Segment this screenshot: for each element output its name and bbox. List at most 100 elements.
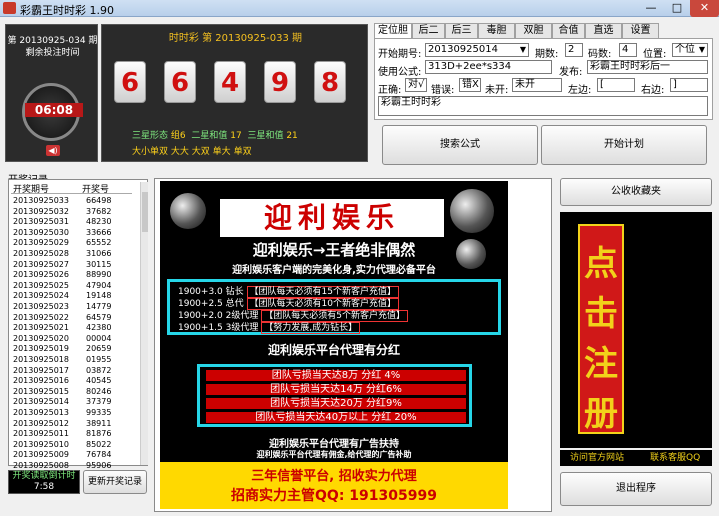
ad-qq-line: 招商实力主管QQ: 191305999 [231, 488, 437, 504]
history-row[interactable]: 20130925021 42380 [13, 323, 131, 334]
history-row[interactable]: 20130925020 00004 [13, 334, 131, 345]
tab-hezhi[interactable]: 合值 [552, 23, 585, 38]
history-row[interactable]: 20130925032 37682 [13, 207, 131, 218]
history-row[interactable]: 20130925013 99335 [13, 408, 131, 419]
history-number: 30115 [86, 259, 112, 269]
ad-title: 迎利娱乐 [220, 199, 444, 237]
banner-char: 册 [584, 394, 618, 434]
memo-textarea[interactable]: 彩霸王时时彩 [378, 96, 708, 116]
tab-zhixuan[interactable]: 直选 [585, 23, 622, 38]
register-banner[interactable]: 点 击 注 册 [578, 224, 624, 434]
close-button[interactable]: ✕ [690, 0, 719, 17]
window-title: 彩霸王时时彩 1.90 [20, 4, 114, 17]
history-period: 20130925008 [13, 461, 69, 470]
stat-value: 大大 [170, 147, 189, 157]
formula-field[interactable]: 313D+2ee*s334 [425, 60, 552, 74]
history-row[interactable]: 20130925018 01955 [13, 355, 131, 366]
title-bar: 彩霸王时时彩 1.90 — □ ✕ [0, 0, 719, 17]
favorites-button[interactable]: 公收收藏夹 [560, 178, 712, 206]
tab-dudan[interactable]: 毒胆 [478, 23, 515, 38]
tab-dingweidan[interactable]: 定位胆 [374, 23, 412, 39]
start-period-label: 开始期号: [378, 49, 422, 60]
publish-label: 发布: [559, 67, 583, 78]
draw-digit: 6 [114, 61, 146, 103]
history-row[interactable]: 20130925022 64579 [13, 313, 131, 324]
contact-qq-link[interactable]: 联系客服QQ [650, 450, 700, 466]
history-row[interactable]: 20130925024 19148 [13, 291, 131, 302]
history-number: 66498 [86, 196, 112, 205]
stats-row: 大小单双 大大 大双 单大 单双 [132, 144, 252, 157]
tab-settings[interactable]: 设置 [622, 23, 659, 38]
history-number: 81876 [86, 429, 112, 439]
history-number: 19148 [86, 291, 112, 301]
history-number: 85022 [86, 439, 112, 449]
history-row[interactable]: 20130925017 03872 [13, 366, 131, 377]
tab-bar: 定位胆 后二 后三 毒胆 双胆 合值 直选 设置 [374, 23, 713, 39]
minimize-button[interactable]: — [638, 0, 664, 17]
history-row[interactable]: 20130925030 33666 [13, 228, 131, 239]
history-row[interactable]: 20130925025 47904 [13, 281, 131, 292]
history-row[interactable]: 20130925026 88990 [13, 270, 131, 281]
history-row[interactable]: 20130925031 48230 [13, 217, 131, 228]
history-row[interactable]: 20130925028 31066 [13, 249, 131, 260]
exit-button[interactable]: 退出程序 [560, 472, 712, 506]
start-plan-button[interactable]: 开始计划 [541, 125, 707, 165]
history-row[interactable]: 20130925029 65552 [13, 238, 131, 249]
position-select[interactable]: 个位 ▼ [672, 43, 708, 57]
ad-banner[interactable]: 迎利娱乐 迎利娱乐→王者绝非偶然 迎利娱乐客户端的完美化身,实力代理必备平台 1… [160, 181, 508, 509]
history-row[interactable]: 20130925027 30115 [13, 260, 131, 271]
history-row[interactable]: 20130925011 81876 [13, 429, 131, 440]
official-site-link[interactable]: 访问官方网站 [570, 450, 624, 466]
history-period: 20130925013 [13, 408, 69, 417]
dividend-row: 团队亏损当天达14万 分红6% [206, 384, 466, 395]
unopened-field[interactable]: 未开 [512, 78, 562, 92]
right-mark-label: 右边: [641, 85, 665, 96]
register-banner-frame[interactable]: 点 击 注 册 [560, 212, 712, 448]
column-header-period[interactable]: 开奖期号 [13, 182, 49, 195]
period-count-field[interactable]: 2 [565, 43, 583, 57]
history-row[interactable]: 20130925012 38911 [13, 419, 131, 430]
history-period: 20130925026 [13, 270, 69, 280]
history-list[interactable]: 开奖期号 开奖号 20130925033 66498 20130925032 3768… [8, 179, 148, 481]
agent-tier-box: 1900+3.0 钻长 【团队每天必须有15个新客户充值】 1900+2.5 总… [167, 279, 501, 335]
correct-field[interactable]: 对√ [405, 78, 427, 92]
history-row[interactable]: 20130925019 20659 [13, 344, 131, 355]
search-formula-button[interactable]: 搜索公式 [382, 125, 538, 165]
stat-value: 组6 [170, 131, 186, 141]
history-period: 20130925017 [13, 365, 69, 375]
tab-housan[interactable]: 后三 [445, 23, 478, 38]
history-number: 76784 [86, 450, 112, 460]
tab-houer[interactable]: 后二 [412, 23, 445, 38]
countdown-time: 06:08 [25, 103, 83, 117]
wrong-field[interactable]: 错X [459, 78, 481, 92]
history-row[interactable]: 20130925023 14779 [13, 302, 131, 313]
history-row[interactable]: 20130925033 66498 [13, 196, 131, 207]
draw-digit: 4 [214, 61, 246, 103]
scrollbar-thumb[interactable] [142, 192, 148, 232]
history-row[interactable]: 20130925009 76784 [13, 450, 131, 461]
unopened-label: 未开: [485, 85, 509, 96]
refresh-history-button[interactable]: 更新开奖记录 [83, 470, 147, 494]
history-row[interactable]: 20130925016 40545 [13, 376, 131, 387]
stat-value: 单大 [212, 147, 231, 157]
scrollbar[interactable] [140, 182, 148, 465]
correct-label: 正确: [378, 85, 402, 96]
start-period-select[interactable]: 20130925014 ▼ [425, 43, 529, 57]
history-row[interactable]: 20130925014 37379 [13, 397, 131, 408]
history-period: 20130925028 [13, 249, 69, 258]
banner-char: 击 [584, 294, 618, 334]
maximize-button[interactable]: □ [664, 0, 690, 17]
dividend-row: 团队亏损当天达40万以上 分红 20% [206, 412, 466, 423]
speaker-icon[interactable]: ◀) [46, 145, 60, 156]
history-row[interactable]: 20130925015 80246 [13, 387, 131, 398]
history-row[interactable]: 20130925010 85022 [13, 440, 131, 451]
code-count-field[interactable]: 4 [619, 43, 637, 57]
draw-digit: 6 [164, 61, 196, 103]
agent-tier: 1900+1.5 3级代理 【努力发展,成为钻长】 [178, 320, 361, 334]
right-mark-field[interactable]: ] [670, 78, 708, 92]
left-mark-field[interactable]: [ [597, 78, 635, 92]
history-number: 03872 [86, 365, 112, 375]
publish-field[interactable]: 彩霸王时时彩后一 [587, 60, 708, 74]
tab-shuangdan[interactable]: 双胆 [515, 23, 552, 38]
column-header-number[interactable]: 开奖号 [82, 182, 109, 195]
